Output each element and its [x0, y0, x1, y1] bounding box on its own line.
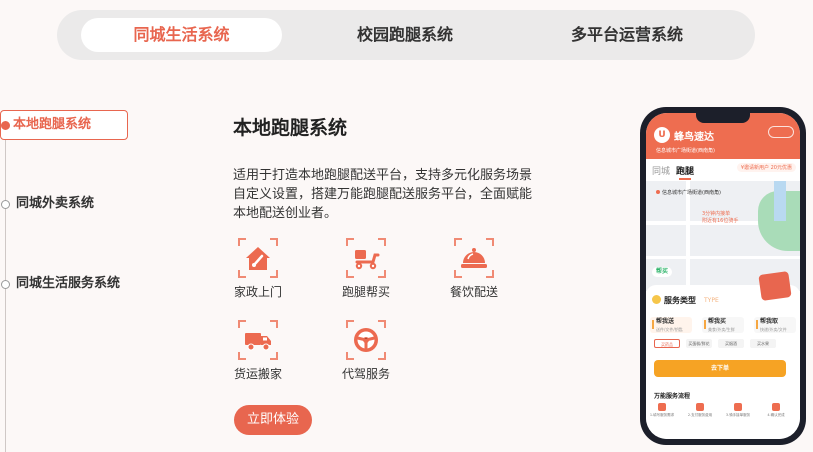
chip[interactable]: 买药品: [654, 339, 680, 348]
phone-notch: [696, 113, 750, 123]
phone-screen: U 蜂鸟速达 信息城市广场街道(西南角) 同城 跑腿 ¥邀请新用户 20元优惠 …: [646, 113, 800, 439]
flow-step-icon: [772, 403, 780, 411]
phone-mockup: U 蜂鸟速达 信息城市广场街道(西南角) 同城 跑腿 ¥邀请新用户 20元优惠 …: [640, 107, 806, 445]
option-sub: 美食/外卖/生鲜: [708, 327, 735, 332]
house-icon: [238, 238, 278, 278]
pin-line: 附近有16位骑手: [702, 218, 739, 224]
flow-step-icon: [658, 403, 666, 411]
gift-box-icon: [758, 271, 792, 301]
service-label: 代驾服务: [341, 367, 390, 381]
service-type-title: 服务类型: [664, 296, 696, 305]
flow-step-label: 4.确认完成: [767, 413, 785, 417]
nav-dot: [1, 200, 10, 209]
section-description: 适用于打造本地跑腿配送平台，支持多元化服务场景自定义设置，搭建万能跑腿配送服务平…: [233, 168, 533, 221]
service-designated-driver: 代驾服务: [326, 320, 406, 382]
app-location: 信息城市广场街道(西南角): [656, 148, 715, 154]
flow-step: 1.填写服务需求: [648, 403, 676, 418]
service-food-delivery: 餐饮配送: [434, 238, 514, 300]
option-buy[interactable]: 帮我买 美食/外卖/生鲜: [702, 317, 744, 333]
flow-step: 3.骑手接单服务: [724, 403, 752, 418]
flow-step-icon: [734, 403, 742, 411]
flow-step: 2.支付服务费用: [686, 403, 714, 418]
tab-campus-errand-system[interactable]: 校园跑腿系统: [307, 18, 503, 52]
tab-multi-platform-system[interactable]: 多平台运营系统: [527, 18, 727, 52]
section-title: 本地跑腿系统: [233, 117, 348, 139]
map-address: 信息城市广场街道(西南角): [656, 189, 721, 196]
app-tab-errand[interactable]: 跑腿: [676, 164, 694, 180]
flow-step-label: 1.填写服务需求: [649, 413, 675, 417]
service-label: 家政上门: [233, 285, 282, 299]
app-tab-bar: 同城 跑腿 ¥邀请新用户 20元优惠: [646, 159, 800, 181]
map-pin-info: 3分钟内接单 附近有16位骑手: [702, 211, 738, 225]
service-label: 货运搬家: [233, 367, 282, 381]
nav-item-label: 本地跑腿系统: [13, 117, 92, 132]
nav-item-local-errand[interactable]: 本地跑腿系统: [0, 110, 128, 140]
map-badge: 帮买: [652, 267, 673, 277]
option-label: 帮我送: [656, 318, 675, 325]
food-cloche-icon: [454, 238, 494, 278]
app-logo: U: [654, 127, 670, 143]
steering-wheel-icon: [346, 320, 386, 360]
nav-dot: [1, 121, 10, 130]
option-pickup[interactable]: 帮我取 快递/外卖/文件: [754, 317, 796, 333]
option-sub: 送件/文件/钥匙: [656, 327, 683, 332]
app-tab-city[interactable]: 同城: [652, 164, 670, 177]
service-errand-buy: 跑腿帮买: [326, 238, 406, 300]
service-type-panel: 服务类型 TYPE 帮我送 送件/文件/钥匙 帮我买 美食/外卖/生鲜 帮我取 …: [646, 271, 800, 439]
chip[interactable]: 买蛋糕/鲜花: [686, 339, 712, 348]
quick-chips: 买药品 买蛋糕/鲜花 买烟酒 买水果: [654, 339, 794, 348]
scooter-icon: [346, 238, 386, 278]
service-type-subtitle: TYPE: [704, 297, 719, 304]
truck-icon: [238, 320, 278, 360]
option-sub: 快递/外卖/文件: [760, 327, 787, 332]
service-type-icon: [652, 295, 661, 304]
promo-badge: ¥邀请新用户 20元优惠: [736, 163, 796, 172]
flow-step-label: 3.骑手接单服务: [725, 413, 751, 417]
chip[interactable]: 买烟酒: [718, 339, 744, 348]
pin-line: 3分钟内接单: [702, 211, 731, 217]
service-label: 餐饮配送: [449, 285, 498, 299]
option-label: 帮我取: [760, 318, 779, 325]
try-now-button[interactable]: 立即体验: [234, 405, 312, 435]
option-deliver[interactable]: 帮我送 送件/文件/钥匙: [650, 317, 692, 333]
app-name: 蜂鸟速达: [674, 132, 714, 143]
system-tab-bar: 同城生活系统 校园跑腿系统 多平台运营系统: [57, 10, 755, 60]
tab-city-life-system[interactable]: 同城生活系统: [81, 18, 282, 52]
map-road: [686, 181, 690, 291]
mini-program-capsule: [768, 126, 794, 138]
nav-dot: [1, 280, 10, 289]
nav-item-label: 同城生活服务系统: [16, 276, 121, 291]
nav-item-label: 同城外卖系统: [16, 196, 95, 211]
option-label: 帮我买: [708, 318, 727, 325]
flow-step-icon: [696, 403, 704, 411]
flow-title: 万能服务流程: [654, 393, 691, 400]
flow-step: 4.确认完成: [762, 403, 790, 418]
chip[interactable]: 买水果: [750, 339, 776, 348]
flow-step-label: 2.支付服务费用: [687, 413, 713, 417]
place-order-button[interactable]: 去下单: [654, 360, 786, 377]
service-moving: 货运搬家: [218, 320, 298, 382]
map-river: [774, 181, 786, 221]
service-label: 跑腿帮买: [341, 285, 390, 299]
service-housekeeping: 家政上门: [218, 238, 298, 300]
map-road: [646, 256, 800, 259]
